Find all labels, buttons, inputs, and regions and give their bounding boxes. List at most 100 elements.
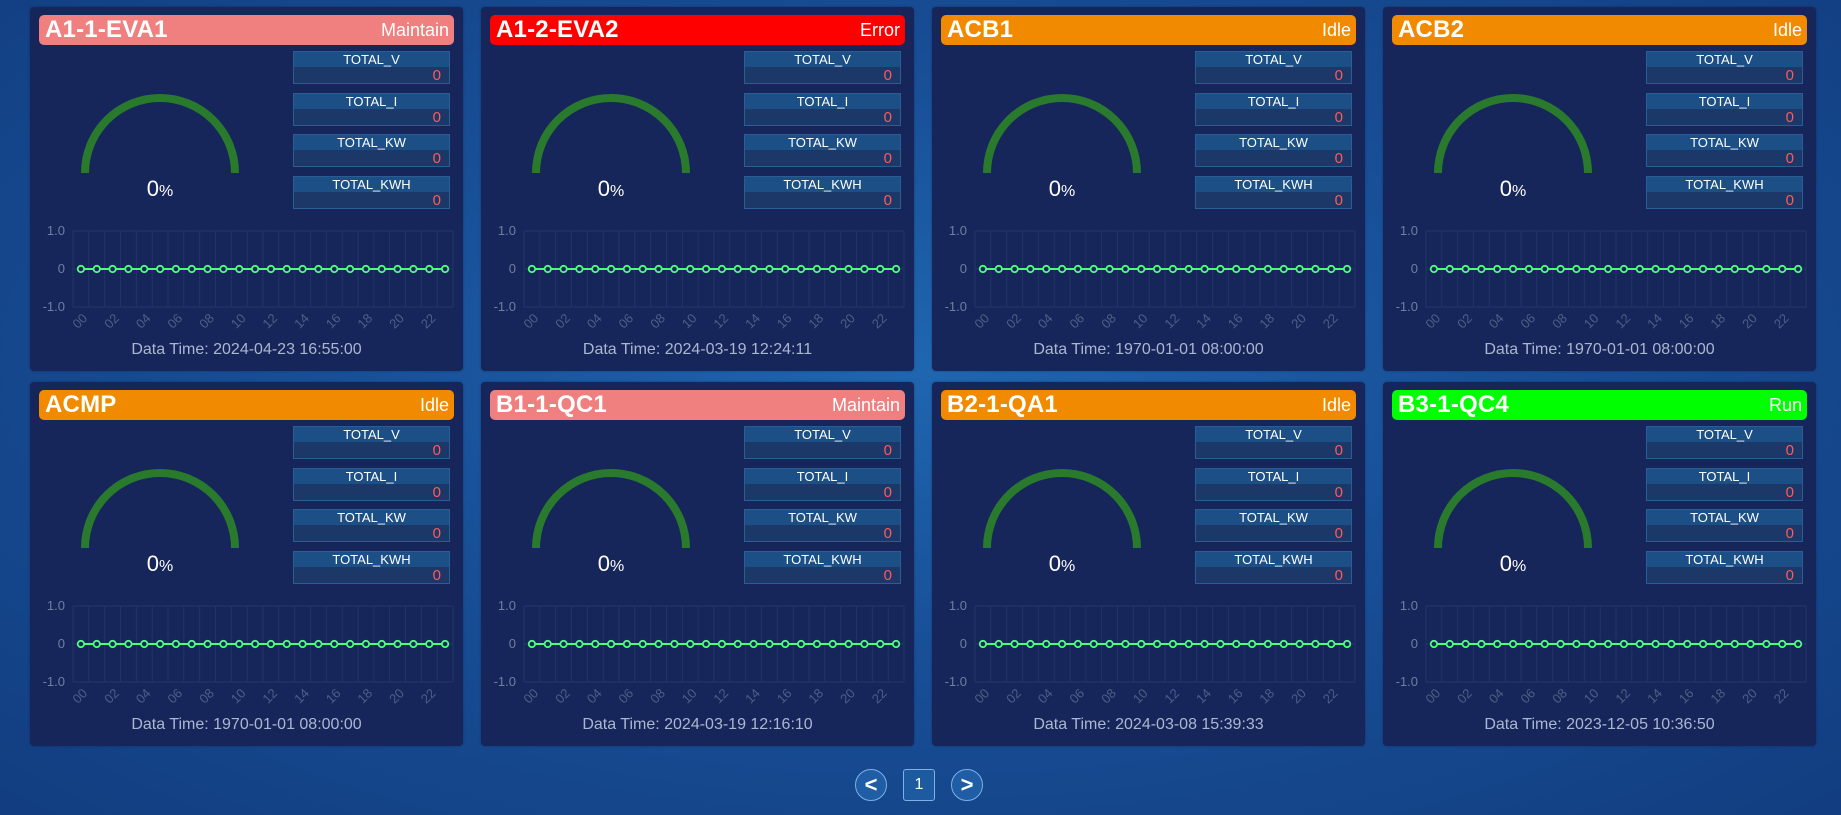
y-tick-label: 1.0: [47, 598, 65, 613]
data-point: [622, 639, 632, 649]
y-tick-label: -1.0: [1396, 299, 1418, 314]
data-point: [1010, 264, 1019, 274]
x-tick-label: 14: [1644, 686, 1665, 707]
gauge-arc: [532, 469, 690, 549]
x-tick-label: 16: [774, 311, 795, 332]
metric-value: 0: [432, 150, 441, 167]
y-tick-label: 1.0: [1400, 223, 1418, 238]
device-name: B3-1-QC4: [1398, 391, 1509, 418]
data-point: [638, 264, 647, 274]
metric-value: 0: [883, 150, 892, 167]
device-name: ACB2: [1398, 16, 1465, 43]
gauge-arc: [983, 94, 1141, 174]
data-point: [76, 264, 86, 274]
y-tick-label: 0: [509, 261, 516, 276]
data-point: [219, 264, 228, 274]
prev-page-button[interactable]: <: [855, 769, 887, 801]
data-point: [994, 639, 1003, 649]
data-point: [1793, 639, 1803, 649]
x-tick-label: 22: [1320, 311, 1341, 332]
data-point: [622, 264, 632, 274]
y-tick-label: -1.0: [945, 674, 967, 689]
device-status: Idle: [1772, 19, 1802, 40]
device-card[interactable]: A1-2-EVA2 Error 0% TOTAL_V 0 TOTAL_I 0 TOTAL_KW…: [481, 7, 914, 371]
x-tick-label: 18: [1707, 686, 1728, 707]
device-card[interactable]: B3-1-QC4 Run 0% TOTAL_V 0 TOTAL_I 0 TOTAL_KW 0 TO…: [1383, 382, 1816, 746]
metric-label: TOTAL_KWH: [294, 551, 449, 567]
device-title-bar: B2-1-QA1 Idle: [941, 390, 1356, 420]
x-tick-label: 22: [1320, 686, 1341, 707]
gauge-value: 0%: [1049, 551, 1075, 576]
metric-label: TOTAL_KWH: [1647, 176, 1802, 192]
metric-value: 0: [1334, 191, 1343, 209]
data-point: [187, 639, 196, 649]
metric-box: TOTAL_I 0: [744, 92, 901, 126]
metric-label: TOTAL_KWH: [1196, 551, 1351, 567]
data-point: [345, 264, 355, 274]
data-point: [1698, 264, 1708, 274]
device-grid: A1-1-EVA1 Maintain 0% TOTAL_V 0 TOTAL_I 0 TOTAL…: [30, 7, 1816, 746]
data-point: [377, 264, 386, 274]
metric-box: TOTAL_KW 0: [744, 134, 901, 167]
data-point: [187, 264, 196, 274]
device-card[interactable]: ACB1 Idle 0% TOTAL_V 0 TOTAL_I 0 TOTAL_KW 0 TOTAL…: [932, 7, 1365, 371]
x-tick-label: 18: [354, 311, 375, 332]
data-point: [171, 264, 181, 274]
data-point: [314, 639, 323, 649]
metric-box: TOTAL_I 0: [1646, 92, 1803, 126]
gauge-arc: [1434, 94, 1592, 174]
x-tick-label: 08: [1098, 311, 1119, 332]
x-tick-label: 16: [1225, 311, 1246, 332]
next-page-button[interactable]: >: [951, 769, 983, 801]
device-card[interactable]: ACMP Idle 0% TOTAL_V 0 TOTAL_I 0 TOTAL_KW 0 TOTAL…: [30, 382, 463, 746]
metric-value: 0: [1785, 150, 1794, 167]
data-time: Data Time: 2024-04-23 16:55:00: [131, 341, 362, 358]
x-tick-label: 00: [1422, 686, 1443, 707]
x-tick-label: 18: [354, 686, 375, 707]
device-card[interactable]: A1-1-EVA1 Maintain 0% TOTAL_V 0 TOTAL_I 0 TOTAL…: [30, 7, 463, 371]
data-point: [978, 639, 988, 649]
data-point: [1137, 264, 1146, 274]
pagination: < 1 >: [855, 769, 983, 801]
data-point: [891, 639, 901, 649]
x-tick-label: 04: [1035, 686, 1056, 707]
device-card[interactable]: B2-1-QA1 Idle 0% TOTAL_V 0 TOTAL_I 0 TOTAL_KW 0 T…: [932, 382, 1365, 746]
data-point: [670, 639, 679, 649]
data-point: [1762, 264, 1771, 274]
data-point: [1477, 639, 1486, 649]
metric-box: TOTAL_I 0: [1195, 467, 1352, 501]
data-point: [1746, 264, 1755, 274]
data-point: [76, 639, 86, 649]
metrics-panel: TOTAL_V 0 TOTAL_I 0 TOTAL_KW 0 TOTAL_KWH 0: [293, 51, 450, 217]
metric-box: TOTAL_KWH 0: [1195, 550, 1352, 584]
data-point: [765, 639, 774, 649]
data-point: [1508, 639, 1518, 649]
data-point: [1667, 639, 1676, 649]
device-card[interactable]: ACB2 Idle 0% TOTAL_V 0 TOTAL_I 0 TOTAL_KW 0 TOTAL…: [1383, 7, 1816, 371]
x-tick-label: 08: [647, 311, 668, 332]
metric-value: 0: [1785, 108, 1794, 126]
x-tick-label: 14: [1644, 311, 1665, 332]
metric-value: 0: [432, 525, 441, 542]
metric-value: 0: [1785, 67, 1794, 84]
x-tick-label: 06: [615, 311, 636, 332]
device-title-bar: B1-1-QC1 Maintain: [490, 390, 905, 420]
data-point: [1619, 639, 1629, 649]
metric-label: TOTAL_I: [1196, 93, 1351, 109]
metric-label: TOTAL_V: [294, 52, 449, 67]
data-point: [1152, 264, 1162, 274]
data-point: [1042, 639, 1051, 649]
data-point: [1184, 639, 1193, 649]
device-card[interactable]: B1-1-QC1 Maintain 0% TOTAL_V 0 TOTAL_I 0 TOTAL_…: [481, 382, 914, 746]
x-tick-label: 04: [1035, 311, 1056, 332]
data-point: [1588, 639, 1597, 649]
x-tick-label: 00: [69, 686, 90, 707]
x-tick-label: 14: [742, 311, 763, 332]
data-point: [393, 264, 402, 274]
data-point: [733, 264, 742, 274]
gauge-value: 0%: [147, 551, 173, 576]
page-number-button[interactable]: 1: [903, 769, 935, 801]
metrics-panel: TOTAL_V 0 TOTAL_I 0 TOTAL_KW 0 TOTAL_KWH 0: [1195, 51, 1352, 217]
metric-label: TOTAL_KW: [294, 135, 449, 150]
data-point: [1429, 264, 1439, 274]
